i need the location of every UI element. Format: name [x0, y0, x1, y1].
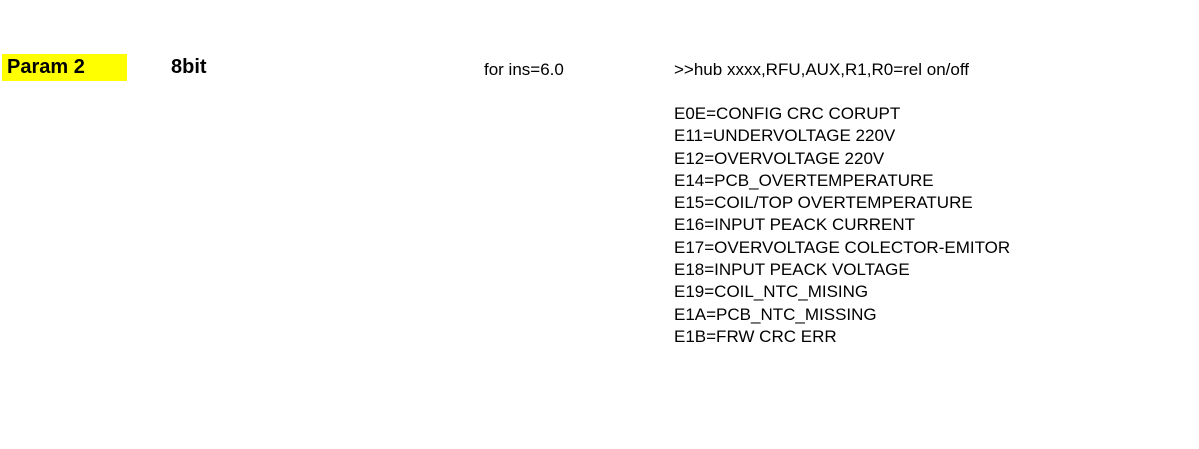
error-code-item: E11=UNDERVOLTAGE 220V — [674, 126, 896, 146]
error-code-item: E12=OVERVOLTAGE 220V — [674, 148, 885, 168]
error-code-item: E0E=CONFIG CRC CORUPT — [674, 104, 901, 123]
ins-version-note: for ins=6.0 — [484, 60, 564, 79]
error-code-item: E16=INPUT PEACK CURRENT — [674, 215, 916, 235]
error-code-item: E19=COIL_NTC_MISING — [674, 282, 869, 302]
error-code-item: E1B=FRW CRC ERR — [674, 326, 837, 346]
error-code-item: E1A=PCB_NTC_MISSING — [674, 304, 877, 324]
bit-size-label: 8bit — [171, 56, 207, 78]
hub-bits-note: >>hub xxxx,RFU,AUX,R1,R0=rel on/off — [674, 60, 969, 79]
error-code-item: E15=COIL/TOP OVERTEMPERATURE — [674, 193, 973, 213]
param-label: Param 2 — [2, 54, 127, 81]
error-code-item: E14=PCB_OVERTEMPERATURE — [674, 170, 934, 190]
document-page: { "param": { "label": "Param 2", "bits":… — [0, 0, 1199, 449]
error-code-item: E17=OVERVOLTAGE COLECTOR-EMITOR — [674, 237, 1011, 257]
error-code-list: E0E=CONFIG CRC CORUPT E11=UNDERVOLTAGE 2… — [674, 103, 1010, 348]
error-code-item: E18=INPUT PEACK VOLTAGE — [674, 260, 910, 280]
